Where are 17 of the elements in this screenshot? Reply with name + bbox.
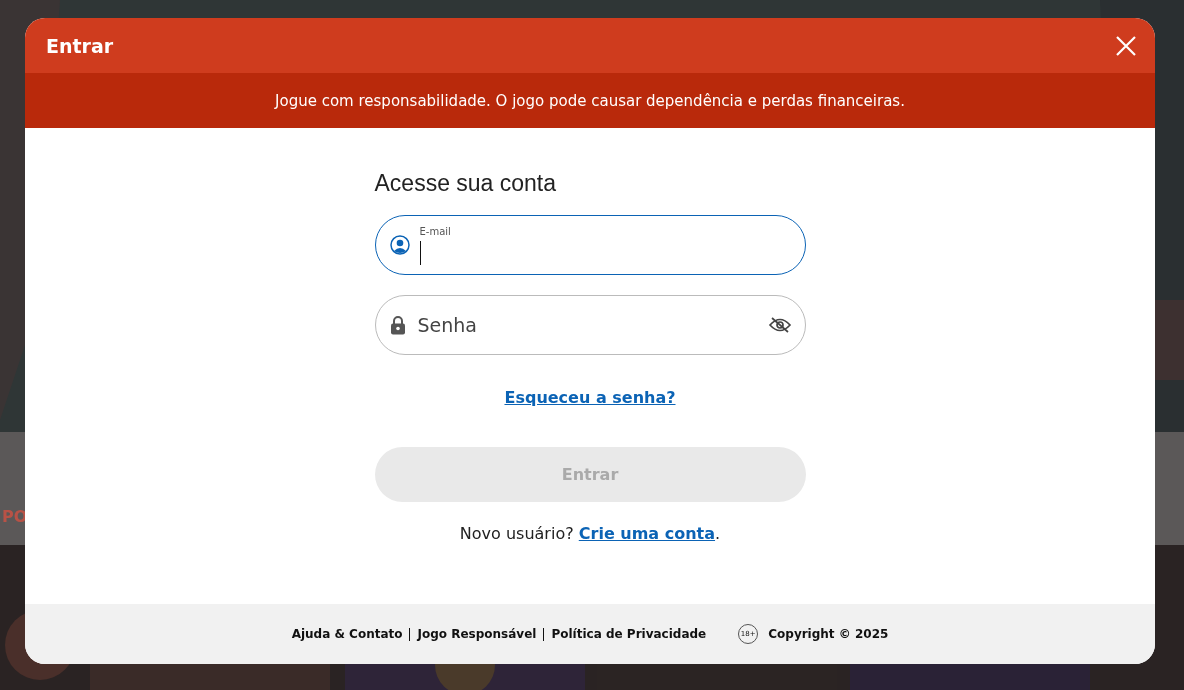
text-cursor [419,240,421,265]
user-icon [389,235,410,255]
copyright-text: Copyright © 2025 [768,627,889,641]
close-button[interactable] [1115,34,1137,57]
eye-slash-icon[interactable] [768,317,791,333]
form-heading: Acesse sua conta [374,170,558,197]
field-label: E-mail [419,225,451,237]
warning-text: Jogue com responsabilidade. O jogo pode causar dependência e perdas financeiras. [275,91,905,110]
create-account-link[interactable]: Crie uma conta [578,524,716,543]
signup-text: Novo usuário? Crie uma conta. [458,524,722,543]
forgot-password-link[interactable]: Esqueceu a senha? [504,388,676,407]
footer-link[interactable]: Ajuda & Contato [291,627,403,641]
dialog-title: Entrar [46,34,114,57]
footer-link[interactable]: Política de Privacidade [551,627,707,641]
lock-icon [389,315,406,335]
password-input[interactable]: Senha [415,313,769,337]
footer-link[interactable]: Jogo Responsável [417,627,537,641]
